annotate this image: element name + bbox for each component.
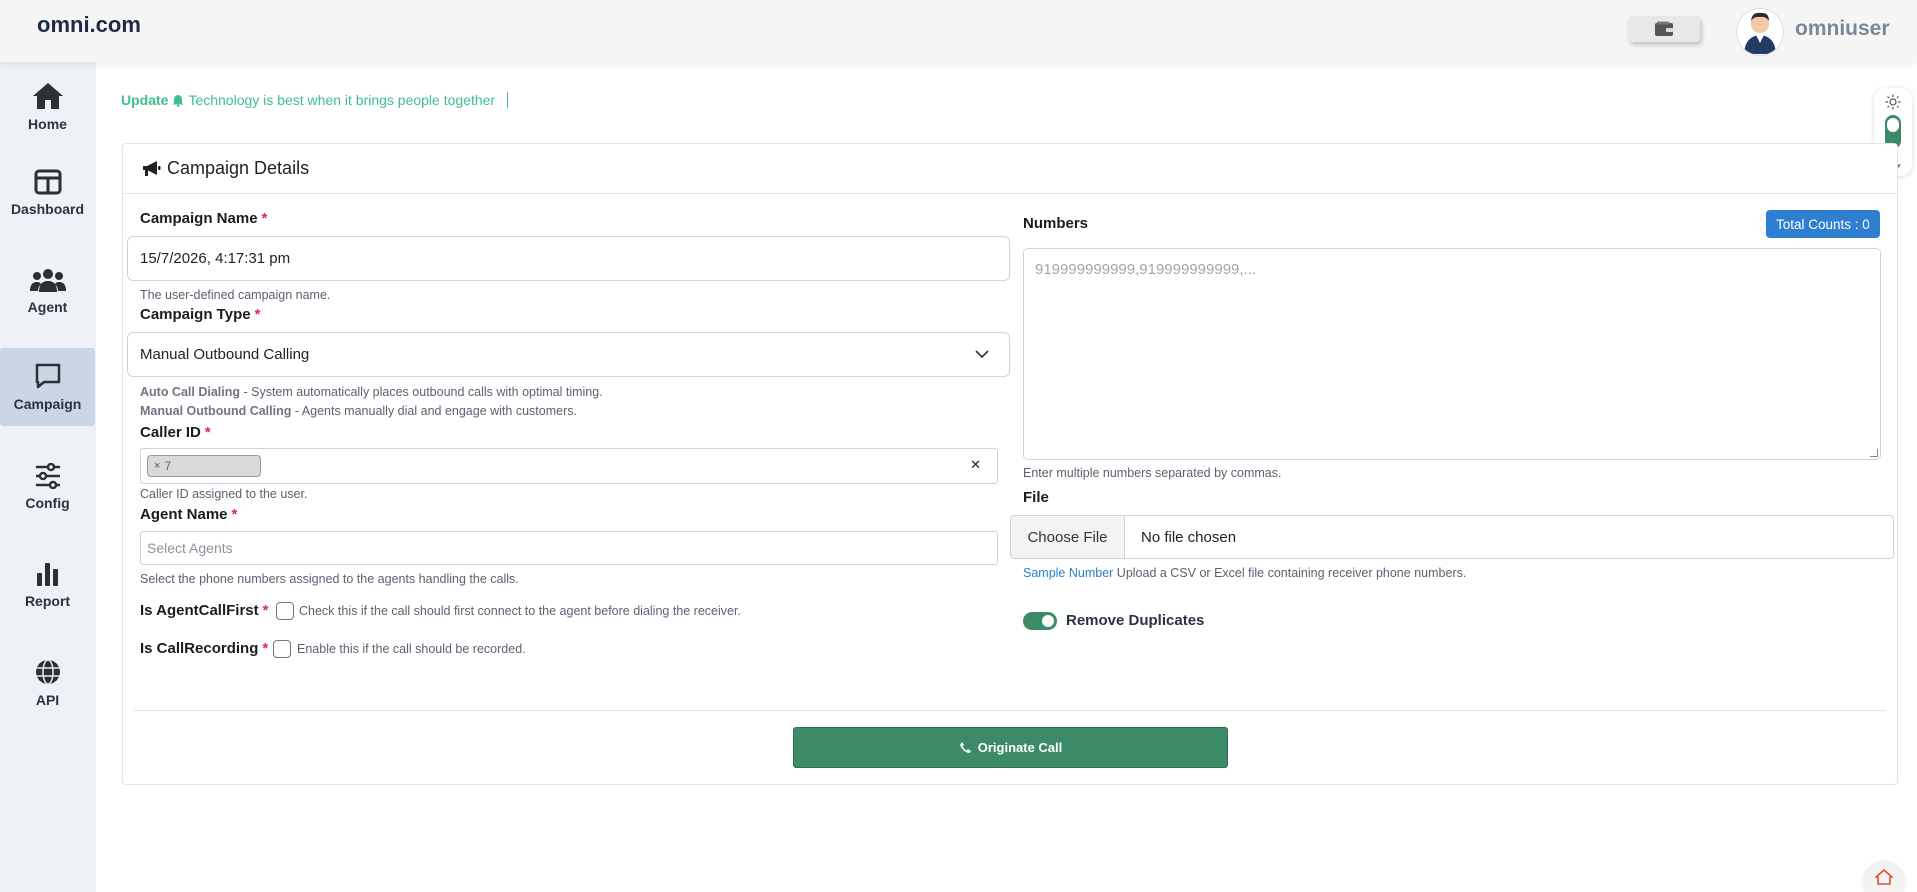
file-label: File <box>1023 489 1049 506</box>
chip-remove-icon[interactable]: × <box>154 460 160 472</box>
remove-duplicates-toggle[interactable] <box>1023 612 1057 630</box>
bar-chart-icon <box>36 563 58 586</box>
sidebar-item-campaign[interactable]: Campaign <box>0 348 95 426</box>
numbers-placeholder: 919999999999,919999999999,... <box>1035 261 1257 278</box>
sidebar-item-label: Report <box>24 593 71 609</box>
home-outline-icon <box>1875 869 1893 885</box>
file-help: Sample Number Upload a CSV or Excel file… <box>1023 566 1467 580</box>
sidebar-item-label: API <box>35 692 60 708</box>
chat-icon <box>35 363 60 389</box>
numbers-label: Numbers <box>1023 215 1089 232</box>
campaign-type-label: Campaign Type * <box>140 306 261 323</box>
numbers-help: Enter multiple numbers separated by comm… <box>1023 466 1282 480</box>
file-status: No file chosen <box>1141 528 1237 546</box>
user-avatar[interactable] <box>1736 8 1784 56</box>
caller-id-chip[interactable]: × 7 <box>147 455 261 477</box>
card-title: Campaign Details <box>167 158 310 178</box>
users-icon <box>29 269 66 292</box>
sidebar-item-report[interactable]: Report <box>0 546 95 624</box>
agent-name-label: Agent Name * <box>140 506 238 523</box>
call-recording-checkbox[interactable] <box>273 640 291 658</box>
caller-id-select[interactable]: × 7 ✕ <box>140 448 998 484</box>
sidebar-item-label: Home <box>28 116 67 132</box>
update-ticker: Update Technology is best when it brings… <box>121 92 509 108</box>
call-recording-label: Is CallRecording * <box>140 640 269 657</box>
top-bar: omni.com omniuser <box>0 0 1917 62</box>
caller-id-chip-value: 7 <box>164 459 172 473</box>
sidebar-item-dashboard[interactable]: Dashboard <box>0 154 95 232</box>
call-recording-help: Enable this if the call should be record… <box>297 642 526 656</box>
campaign-type-select[interactable]: Manual Outbound Calling <box>127 332 1010 377</box>
sample-number-link[interactable]: Sample Number <box>1023 566 1113 580</box>
sidebar-item-label: Dashboard <box>10 201 85 217</box>
ticker-message: Technology is best when it brings people… <box>188 92 496 108</box>
globe-icon <box>35 659 60 685</box>
phone-icon <box>959 742 971 753</box>
campaign-type-help-auto: Auto Call Dialing - System automatically… <box>140 385 603 399</box>
sidebar-item-label: Config <box>25 495 70 511</box>
resize-handle[interactable] <box>1870 449 1878 457</box>
sidebar-item-label: Campaign <box>13 396 82 412</box>
agent-name-placeholder: Select Agents <box>147 540 233 556</box>
sidebar-item-api[interactable]: API <box>0 644 95 722</box>
wallet-button[interactable] <box>1628 16 1700 42</box>
sidebar-item-home[interactable]: Home <box>0 68 95 146</box>
megaphone-icon <box>143 160 161 176</box>
campaign-type-value: Manual Outbound Calling <box>140 346 310 363</box>
bell-icon <box>172 94 184 107</box>
campaign-name-label: Campaign Name * <box>140 210 268 227</box>
dashboard-icon <box>34 169 61 195</box>
sidebar: Home Dashboard Agent Campaign Config Rep… <box>0 62 96 892</box>
ticker-cursor <box>507 92 509 108</box>
caller-id-label: Caller ID * <box>140 424 211 441</box>
floating-home-button[interactable] <box>1864 862 1904 892</box>
username[interactable]: omniuser <box>1795 17 1890 41</box>
originate-call-button[interactable]: Originate Call <box>793 727 1228 768</box>
choose-file-button[interactable]: Choose File <box>1011 516 1125 558</box>
sidebar-item-label: Agent <box>27 299 68 315</box>
file-input[interactable]: Choose File No file chosen <box>1010 515 1894 559</box>
user-avatar-icon <box>1744 12 1776 54</box>
toggle-knob <box>1042 615 1054 627</box>
campaign-type-help-manual: Manual Outbound Calling - Agents manuall… <box>140 404 577 418</box>
agent-call-first-checkbox[interactable] <box>276 602 294 620</box>
clear-icon[interactable]: ✕ <box>970 457 981 473</box>
chevron-down-icon <box>975 350 989 359</box>
numbers-textarea[interactable]: 919999999999,919999999999,... <box>1023 248 1881 460</box>
ticker-prefix: Update <box>121 92 169 108</box>
brand-logo[interactable]: omni.com <box>37 12 141 38</box>
remove-duplicates-label: Remove Duplicates <box>1066 612 1205 629</box>
home-icon <box>32 83 63 109</box>
theme-toggle-knob <box>1887 118 1899 132</box>
sidebar-item-agent[interactable]: Agent <box>0 252 95 330</box>
total-counts-badge: Total Counts : 0 <box>1766 210 1880 238</box>
card-header: Campaign Details <box>123 144 1897 194</box>
agent-call-first-help: Check this if the call should first conn… <box>299 604 741 618</box>
campaign-name-help: The user-defined campaign name. <box>140 288 331 302</box>
wallet-icon <box>1655 21 1673 36</box>
sun-icon[interactable] <box>1885 94 1901 110</box>
agent-name-help: Select the phone numbers assigned to the… <box>140 572 519 586</box>
originate-call-label: Originate Call <box>977 740 1063 755</box>
caller-id-help: Caller ID assigned to the user. <box>140 487 308 501</box>
agent-call-first-label: Is AgentCallFirst * <box>140 602 269 619</box>
campaign-name-input[interactable]: 15/7/2026, 4:17:31 pm <box>127 236 1010 281</box>
sliders-icon <box>35 463 60 489</box>
sidebar-item-config[interactable]: Config <box>0 448 95 526</box>
card-divider <box>134 710 1886 711</box>
agent-name-select[interactable]: Select Agents <box>140 531 998 565</box>
